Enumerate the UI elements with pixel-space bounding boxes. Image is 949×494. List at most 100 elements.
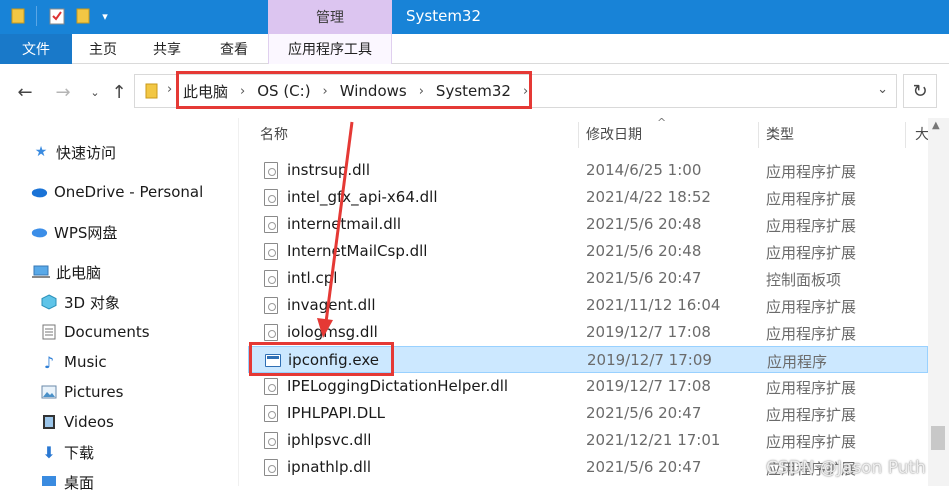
file-row[interactable]: invagent.dll 2021/11/12 16:04 应用程序扩展: [248, 292, 928, 319]
column-type[interactable]: 类型: [766, 124, 794, 144]
cube-icon: [40, 293, 58, 311]
tab-share[interactable]: 共享: [134, 34, 200, 64]
file-row[interactable]: iologmsg.dll 2019/12/7 17:08 应用程序扩展: [248, 319, 928, 346]
download-icon: ⬇: [42, 442, 56, 462]
chevron-right-icon[interactable]: ›: [161, 82, 178, 97]
file-type: 应用程序扩展: [766, 217, 857, 235]
new-folder-icon[interactable]: [74, 7, 92, 25]
file-row[interactable]: InternetMailCsp.dll 2021/5/6 20:48 应用程序扩展: [248, 238, 928, 265]
sidebar-item-this-pc[interactable]: 此电脑: [32, 260, 101, 284]
ribbon-tabs: 文件 主页 共享 查看 应用程序工具: [0, 34, 949, 64]
file-name: internetmail.dll: [287, 215, 402, 233]
breadcrumb: 此电脑 › OS (C:) › Windows › System32 ›: [177, 77, 534, 105]
file-type: 应用程序扩展: [766, 433, 857, 451]
column-divider[interactable]: [758, 122, 759, 148]
sidebar-item-label: 快速访问: [56, 143, 117, 162]
back-arrow-icon[interactable]: ←: [14, 81, 36, 103]
sidebar-item-label: 3D 对象: [64, 293, 120, 312]
file-row[interactable]: intl.cpl 2021/5/6 20:47 控制面板项: [248, 265, 928, 292]
sidebar-item-label: 桌面: [64, 473, 95, 492]
up-arrow-icon[interactable]: ↑: [108, 81, 130, 103]
sidebar-item-onedrive[interactable]: OneDrive - Personal: [30, 180, 203, 204]
recent-locations-chevron-icon[interactable]: ⌄: [84, 81, 106, 103]
breadcrumb-item-this-pc[interactable]: 此电脑: [177, 81, 234, 102]
file-type: 应用程序扩展: [766, 298, 857, 316]
column-size[interactable]: 大: [915, 124, 929, 144]
file-row[interactable]: instrsup.dll 2014/6/25 1:00 应用程序扩展: [248, 157, 928, 184]
address-dropdown-chevron-icon[interactable]: ⌄: [877, 82, 888, 97]
tab-file[interactable]: 文件: [0, 34, 72, 64]
breadcrumb-item-drive[interactable]: OS (C:): [251, 82, 316, 100]
sidebar-item-downloads[interactable]: ⬇ 下载: [40, 440, 94, 464]
file-row[interactable]: ipconfig.exe 2019/12/7 17:09 应用程序: [248, 346, 928, 373]
scrollbar-thumb[interactable]: [931, 426, 945, 450]
tab-home[interactable]: 主页: [72, 34, 134, 64]
chevron-right-icon[interactable]: ›: [234, 84, 251, 99]
file-date-modified: 2021/11/12 16:04: [586, 296, 721, 314]
file-row[interactable]: intel_gfx_api-x64.dll 2021/4/22 18:52 应用程序…: [248, 184, 928, 211]
file-row[interactable]: IPHLPAPI.DLL 2021/5/6 20:47 应用程序扩展: [248, 400, 928, 427]
window-title: System32: [406, 7, 482, 25]
dll-file-icon: [264, 270, 278, 287]
address-bar[interactable]: › 此电脑 › OS (C:) › Windows › System32 › ⌄: [134, 74, 897, 108]
file-name: instrsup.dll: [287, 161, 371, 179]
dll-file-icon: [264, 432, 278, 449]
column-divider[interactable]: [578, 122, 579, 148]
forward-arrow-icon[interactable]: →: [52, 81, 74, 103]
file-name: iologmsg.dll: [287, 323, 378, 341]
sidebar-item-music[interactable]: ♪ Music: [40, 350, 107, 374]
file-date-modified: 2014/6/25 1:00: [586, 161, 702, 179]
dll-file-icon: [264, 378, 278, 395]
column-date-modified[interactable]: 修改日期: [586, 124, 642, 144]
folder-icon[interactable]: [10, 7, 26, 25]
breadcrumb-item-system32[interactable]: System32: [430, 82, 517, 100]
sidebar-item-pictures[interactable]: Pictures: [40, 380, 123, 404]
file-name: IPELoggingDictationHelper.dll: [287, 377, 509, 395]
file-row[interactable]: IPELoggingDictationHelper.dll 2019/12/7 1…: [248, 373, 928, 400]
sidebar-item-documents[interactable]: Documents: [40, 320, 150, 344]
file-date-modified: 2021/5/6 20:48: [586, 215, 702, 233]
file-date-modified: 2021/4/22 18:52: [586, 188, 711, 206]
sidebar-item-label: Documents: [64, 323, 150, 341]
sidebar-item-videos[interactable]: Videos: [40, 410, 114, 434]
sidebar-item-label: 此电脑: [56, 263, 102, 282]
column-name[interactable]: 名称: [260, 124, 288, 144]
sidebar-item-label: Pictures: [64, 383, 124, 401]
customize-toolbar-icon[interactable]: ▾: [96, 7, 114, 25]
music-icon: ♪: [43, 352, 55, 372]
chevron-right-icon[interactable]: ›: [517, 84, 534, 99]
chevron-right-icon[interactable]: ›: [317, 84, 334, 99]
file-date-modified: 2019/12/7 17:08: [586, 323, 711, 341]
file-date-modified: 2021/5/6 20:47: [586, 269, 702, 287]
navigation-bar: ← → ⌄ ↑ › 此电脑 › OS (C:) › Windows › Syst…: [0, 64, 949, 118]
sidebar-item-desktop[interactable]: 桌面: [40, 470, 94, 494]
navigation-pane: ★ 快速访问 OneDrive - Personal WPS网盘 此电脑 3D …: [0, 118, 238, 492]
file-type: 应用程序扩展: [766, 325, 857, 343]
dll-file-icon: [264, 459, 278, 476]
chevron-right-icon[interactable]: ›: [413, 84, 430, 99]
pane-divider[interactable]: [238, 118, 239, 486]
vertical-scrollbar[interactable]: ▲: [928, 118, 949, 486]
file-date-modified: 2019/12/7 17:08: [586, 377, 711, 395]
breadcrumb-item-windows[interactable]: Windows: [334, 82, 413, 100]
sidebar-item-wps-drive[interactable]: WPS网盘: [30, 220, 117, 244]
tab-app-tools[interactable]: 应用程序工具: [268, 34, 392, 64]
sidebar-item-3d-objects[interactable]: 3D 对象: [40, 290, 120, 314]
sidebar-item-quick-access[interactable]: ★ 快速访问: [32, 140, 116, 164]
column-header: ^ 名称 修改日期 类型 大: [248, 116, 949, 148]
refresh-icon[interactable]: ↻: [903, 74, 937, 108]
tab-view[interactable]: 查看: [200, 34, 268, 64]
dll-file-icon: [264, 405, 278, 422]
scroll-up-arrow-icon[interactable]: ▲: [932, 120, 940, 131]
file-name: intel_gfx_api-x64.dll: [287, 188, 438, 206]
properties-icon[interactable]: [48, 7, 66, 25]
file-type: 应用程序扩展: [766, 244, 857, 262]
file-row[interactable]: internetmail.dll 2021/5/6 20:48 应用程序扩展: [248, 211, 928, 238]
file-type: 应用程序扩展: [766, 406, 857, 424]
tab-manage[interactable]: 管理: [268, 0, 392, 34]
desktop-icon: [40, 473, 58, 491]
file-row[interactable]: iphlpsvc.dll 2021/12/21 17:01 应用程序扩展: [248, 427, 928, 454]
column-divider[interactable]: [905, 122, 906, 148]
file-type: 应用程序扩展: [766, 163, 857, 181]
title-bar: ▾ 管理 System32: [0, 0, 949, 34]
